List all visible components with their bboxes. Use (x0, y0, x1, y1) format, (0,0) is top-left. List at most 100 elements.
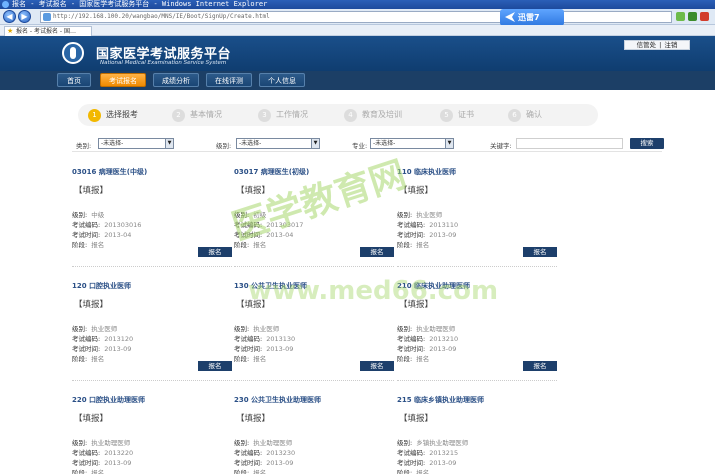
search-button[interactable]: 搜索 (630, 138, 664, 149)
exam-name[interactable]: 110 临床执业医师 (397, 167, 456, 177)
chevron-down-icon: ▼ (165, 139, 173, 148)
fill-link[interactable]: 【填报】 (236, 412, 270, 424)
exam-card: 03017 病理医生(初级) 【填报】 级别: 初级 考试编码: 201303017 考试时… (234, 167, 394, 267)
exam-name[interactable]: 220 口腔执业助理医师 (72, 395, 145, 405)
refresh-icon[interactable] (688, 12, 697, 21)
xunlei-badge[interactable]: 迅雷7 (500, 9, 564, 26)
fill-link[interactable]: 【填报】 (236, 298, 270, 310)
stage-row: 阶段: 报名 (397, 469, 430, 474)
apply-button[interactable]: 报名 (198, 247, 232, 257)
signup-steps: 1 选择报考 2 基本情况 3 工作情况 4 教育及培训 5 证书 6 确认 (78, 104, 598, 126)
step-3: 3 工作情况 (258, 108, 308, 122)
time-row: 考试时间: 2013-09 (397, 459, 457, 467)
code-row: 考试编码: 2013220 (72, 449, 134, 457)
stage-row: 阶段: 报名 (72, 241, 105, 249)
nav-home[interactable]: 首页 (57, 73, 91, 87)
nav-online-test[interactable]: 在线评测 (206, 73, 252, 87)
chevron-down-icon: ▼ (311, 139, 319, 148)
step-1: 1 选择报考 (88, 108, 138, 122)
fill-link[interactable]: 【填报】 (399, 184, 433, 196)
user-links: 信管处 | 注销 (624, 40, 690, 50)
stage-row: 阶段: 报名 (397, 241, 430, 249)
address-bar: ◀ ▶ http://192.168.100.20/wangbao/MNS/IE… (0, 9, 715, 26)
exam-name[interactable]: 130 公共卫生执业医师 (234, 281, 307, 291)
step-label: 工作情况 (276, 110, 308, 119)
exam-name[interactable]: 230 公共卫生执业助理医师 (234, 395, 321, 405)
stop-icon[interactable] (700, 12, 709, 21)
exam-card: 220 口腔执业助理医师 【填报】级别: 执业助理医师 考试编码: 2013220 考试时… (72, 395, 232, 474)
exam-name[interactable]: 120 口腔执业医师 (72, 281, 131, 291)
compatibility-icon[interactable] (676, 12, 685, 21)
level-row: 级别: 执业医师 (397, 211, 443, 219)
level-row: 级别: 中级 (72, 211, 105, 219)
step-4: 4 教育及培训 (344, 108, 402, 122)
exam-name[interactable]: 210 临床执业助理医师 (397, 281, 470, 291)
level-label: 级别: (216, 142, 232, 150)
ie-icon (2, 1, 9, 8)
fill-link[interactable]: 【填报】 (74, 184, 108, 196)
back-button[interactable]: ◀ (3, 10, 16, 23)
fill-link[interactable]: 【填报】 (399, 412, 433, 424)
favorites-star-icon[interactable]: ★ (7, 28, 13, 35)
level-row: 级别: 初级 (234, 211, 267, 219)
xunlei-bird-icon (505, 12, 515, 22)
step-label: 确认 (526, 110, 542, 119)
code-row: 考试编码: 2013230 (234, 449, 296, 457)
exam-card: 130 公共卫生执业医师 【填报】 级别: 执业医师 考试编码: 2013130 考试时间:… (234, 281, 394, 381)
site-subtitle: National Medical Examination Service Sys… (100, 60, 227, 66)
time-row: 考试时间: 2013-04 (72, 231, 132, 239)
stage-row: 阶段: 报名 (72, 355, 105, 363)
exam-card: 03016 病理医生(中级) 【填报】级别: 中级考试编码: 201303016 考试时… (72, 167, 232, 267)
time-row: 考试时间: 2013-09 (72, 459, 132, 467)
code-row: 考试编码: 2013120 (72, 335, 134, 343)
major-select[interactable]: -未选择- ▼ (370, 138, 454, 149)
apply-button[interactable]: 报名 (523, 247, 557, 257)
keyword-input[interactable] (516, 138, 623, 149)
exam-name[interactable]: 03016 病理医生(中级) (72, 167, 147, 177)
level-row: 级别: 执业助理医师 (397, 325, 456, 333)
url-field[interactable]: http://192.168.100.20/wangbao/MNS/IE/Boo… (40, 11, 672, 23)
code-row: 考试编码: 201303016 (72, 221, 142, 229)
exam-name[interactable]: 03017 病理医生(初级) (234, 167, 309, 177)
fill-link[interactable]: 【填报】 (74, 412, 108, 424)
window-title: 报名 - 考试报名 - 国家医学考试服务平台 - Windows Interne… (12, 0, 268, 8)
nav-exam-signup[interactable]: 考试报名 (100, 73, 146, 87)
code-row: 考试编码: 201303017 (234, 221, 304, 229)
main-nav: 首页 考试报名 成绩分析 在线评测 个人信息 (0, 71, 715, 90)
category-label: 类别: (76, 142, 92, 150)
apply-button[interactable]: 报名 (360, 361, 394, 371)
filter-bar: 类别: -未选择- ▼ 级别: -未选择- ▼ 专业: -未选择- ▼ 关键字: 搜索 (72, 136, 664, 152)
exam-name[interactable]: 215 临床乡镇执业助理医师 (397, 395, 484, 405)
nav-score-analysis[interactable]: 成绩分析 (153, 73, 199, 87)
fill-link[interactable]: 【填报】 (399, 298, 433, 310)
logout-link[interactable]: 注销 (661, 41, 680, 49)
browser-window: 报名 - 考试报名 - 国家医学考试服务平台 - Windows Interne… (0, 0, 715, 474)
stage-row: 阶段: 报名 (234, 355, 267, 363)
category-select[interactable]: -未选择- ▼ (98, 138, 174, 149)
tab-bar: ★ 报名 - 考试报名 - 国… (0, 25, 715, 36)
step-label: 证书 (458, 110, 474, 119)
forward-button[interactable]: ▶ (18, 10, 31, 23)
level-row: 级别: 执业医师 (234, 325, 280, 333)
exam-card: 120 口腔执业医师 【填报】 级别: 执业医师 考试编码: 2013120 考试时间: 20… (72, 281, 232, 381)
code-row: 考试编码: 2013110 (397, 221, 459, 229)
time-row: 考试时间: 2013-09 (397, 345, 457, 353)
apply-button[interactable]: 报名 (523, 361, 557, 371)
exam-card: 210 临床执业助理医师 【填报】 级别: 执业助理医师 考试编码: 2013210 考试时… (397, 281, 557, 381)
chevron-down-icon: ▼ (445, 139, 453, 148)
apply-button[interactable]: 报名 (198, 361, 232, 371)
user-name-link[interactable]: 信管处 (634, 41, 660, 49)
step-label: 教育及培训 (362, 110, 402, 119)
fill-link[interactable]: 【填报】 (236, 184, 270, 196)
fill-link[interactable]: 【填报】 (74, 298, 108, 310)
time-row: 考试时间: 2013-09 (234, 459, 294, 467)
level-row: 级别: 乡镇执业助理医师 (397, 439, 469, 447)
apply-button[interactable]: 报名 (360, 247, 394, 257)
level-select[interactable]: -未选择- ▼ (236, 138, 320, 149)
level-row: 级别: 执业助理医师 (72, 439, 131, 447)
major-label: 专业: (352, 142, 368, 150)
browser-tab[interactable]: ★ 报名 - 考试报名 - 国… (4, 26, 92, 36)
page-icon (43, 13, 51, 21)
nav-personal-info[interactable]: 个人信息 (259, 73, 305, 87)
site-logo (62, 42, 84, 64)
